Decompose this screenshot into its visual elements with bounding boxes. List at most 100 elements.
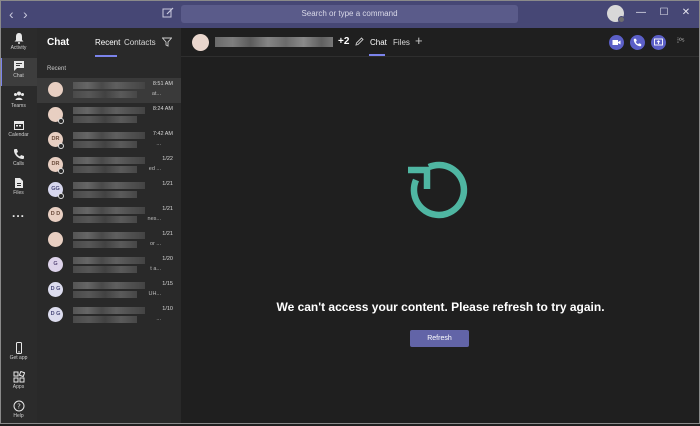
- chat-list-item[interactable]: DR 7:42 AM ...: [37, 128, 181, 153]
- edit-pencil-icon[interactable]: [355, 37, 364, 46]
- avatar: D G: [48, 307, 63, 322]
- snippet: t a...: [150, 266, 161, 272]
- tab-files[interactable]: Files: [393, 38, 410, 47]
- chat-list-item[interactable]: DR 1/22 ed ...: [37, 153, 181, 178]
- rail-item-get-app[interactable]: Get app: [0, 340, 37, 368]
- calendar-icon: [13, 121, 24, 130]
- add-tab-icon[interactable]: +: [415, 34, 423, 48]
- chat-icon: [13, 61, 24, 71]
- close-icon[interactable]: ✕: [679, 6, 693, 20]
- group-avatar[interactable]: [192, 34, 209, 51]
- help-icon: ?: [13, 400, 24, 412]
- rail-label: Files: [13, 190, 24, 196]
- error-message: We can't access your content. Please ref…: [276, 300, 605, 314]
- rail-label: Apps: [12, 384, 25, 390]
- chat-header: +2 Chat Files + ⁞⁰⁵: [181, 28, 700, 57]
- rail-label: Help: [13, 413, 24, 419]
- presence-status-icon: [58, 118, 64, 124]
- tab-contacts[interactable]: Contacts: [124, 38, 156, 47]
- contact-name: [73, 232, 145, 239]
- chat-list-item[interactable]: G 1/20 t a...: [37, 253, 181, 278]
- rail-label: Teams: [11, 103, 26, 109]
- avatar: D G: [48, 282, 63, 297]
- presence-status-icon: [58, 193, 64, 199]
- tab-chat-underline: [369, 54, 385, 56]
- contact-name: [73, 157, 145, 164]
- forward-arrow-icon[interactable]: ›: [23, 6, 28, 22]
- rail-item-calendar[interactable]: Calendar: [0, 117, 37, 145]
- message-preview: [73, 141, 137, 148]
- more-icon: ...: [11, 206, 25, 220]
- contact-name: [73, 282, 145, 289]
- message-preview: [73, 216, 137, 223]
- share-screen-button[interactable]: [651, 35, 666, 50]
- chat-list-item[interactable]: 1/21 or ...: [37, 228, 181, 253]
- rail-label: Chat: [13, 73, 24, 79]
- more-options-icon[interactable]: ⁞⁰⁵: [677, 37, 685, 45]
- app-rail: Activity Chat Teams Calendar Calls Files…: [0, 28, 37, 424]
- timestamp: 1/21: [162, 181, 173, 187]
- snippet: nes...: [147, 216, 161, 222]
- filter-icon[interactable]: [162, 37, 172, 47]
- timestamp: 1/10: [162, 306, 173, 312]
- message-preview: [73, 291, 137, 298]
- chat-list-item[interactable]: D D 1/21 nes...: [37, 203, 181, 228]
- audio-call-button[interactable]: [630, 35, 645, 50]
- compose-icon[interactable]: [162, 7, 174, 19]
- message-preview: [73, 166, 137, 173]
- presence-status-icon: [58, 143, 64, 149]
- chat-list-item[interactable]: 8:24 AM: [37, 103, 181, 128]
- video-camera-icon: [612, 40, 621, 45]
- rail-item-apps[interactable]: Apps: [0, 369, 37, 397]
- timestamp: 8:51 AM: [152, 81, 173, 87]
- tab-recent[interactable]: Recent: [95, 38, 120, 47]
- tab-chat[interactable]: Chat: [370, 38, 387, 47]
- rail-item-activity[interactable]: Activity: [0, 30, 37, 58]
- maximize-icon[interactable]: ☐: [657, 6, 671, 20]
- phone-icon: [13, 149, 24, 159]
- participant-count[interactable]: +2: [338, 36, 349, 47]
- presence-status-icon: [58, 168, 64, 174]
- contact-name: [73, 307, 145, 314]
- rail-label: Get app: [9, 355, 28, 361]
- chat-list-item[interactable]: D G 1/10 ...: [37, 303, 181, 328]
- snippet: UH...: [148, 291, 161, 297]
- snippet: ed ...: [148, 166, 161, 172]
- rail-item-teams[interactable]: Teams: [0, 88, 37, 116]
- video-call-button[interactable]: [609, 35, 624, 50]
- snippet: ...: [156, 316, 161, 322]
- timestamp: 1/15: [162, 281, 173, 287]
- timestamp: 1/21: [162, 231, 173, 237]
- rail-item-help[interactable]: ? Help: [0, 398, 37, 426]
- back-arrow-icon[interactable]: ‹: [9, 6, 14, 22]
- rail-item-calls[interactable]: Calls: [0, 146, 37, 174]
- rail-item-more[interactable]: ...: [0, 206, 37, 234]
- timestamp: 8:24 AM: [152, 106, 173, 112]
- apps-icon: [13, 371, 25, 383]
- teams-icon: [13, 91, 24, 100]
- timestamp: 1/21: [162, 206, 173, 212]
- section-label-recent: Recent: [47, 66, 67, 72]
- avatar: G: [48, 257, 63, 272]
- rail-label: Calendar: [8, 132, 29, 138]
- chat-list-item[interactable]: GG 1/21: [37, 178, 181, 203]
- phone-icon: [633, 38, 642, 47]
- rail-item-chat[interactable]: Chat: [0, 58, 37, 86]
- share-screen-icon: [654, 38, 663, 46]
- timestamp: 1/22: [162, 156, 173, 162]
- chat-panel-title: Chat: [47, 37, 70, 48]
- group-name[interactable]: [215, 37, 333, 47]
- refresh-button[interactable]: Refresh: [410, 330, 469, 347]
- minimize-icon[interactable]: —: [634, 6, 648, 20]
- timestamp: 1/20: [162, 256, 173, 262]
- search-input[interactable]: Search or type a command: [181, 5, 518, 23]
- message-preview: [73, 191, 137, 198]
- rail-item-files[interactable]: Files: [0, 175, 37, 203]
- avatar: [48, 232, 63, 247]
- message-preview: [73, 266, 137, 273]
- snippet: ...: [156, 141, 161, 147]
- chat-main-area: +2 Chat Files + ⁞⁰⁵ We can't access your…: [181, 28, 700, 424]
- chat-list-item[interactable]: 8:51 AM at...: [37, 78, 181, 103]
- chat-list-item[interactable]: D G 1/15 UH...: [37, 278, 181, 303]
- contact-name: [73, 257, 145, 264]
